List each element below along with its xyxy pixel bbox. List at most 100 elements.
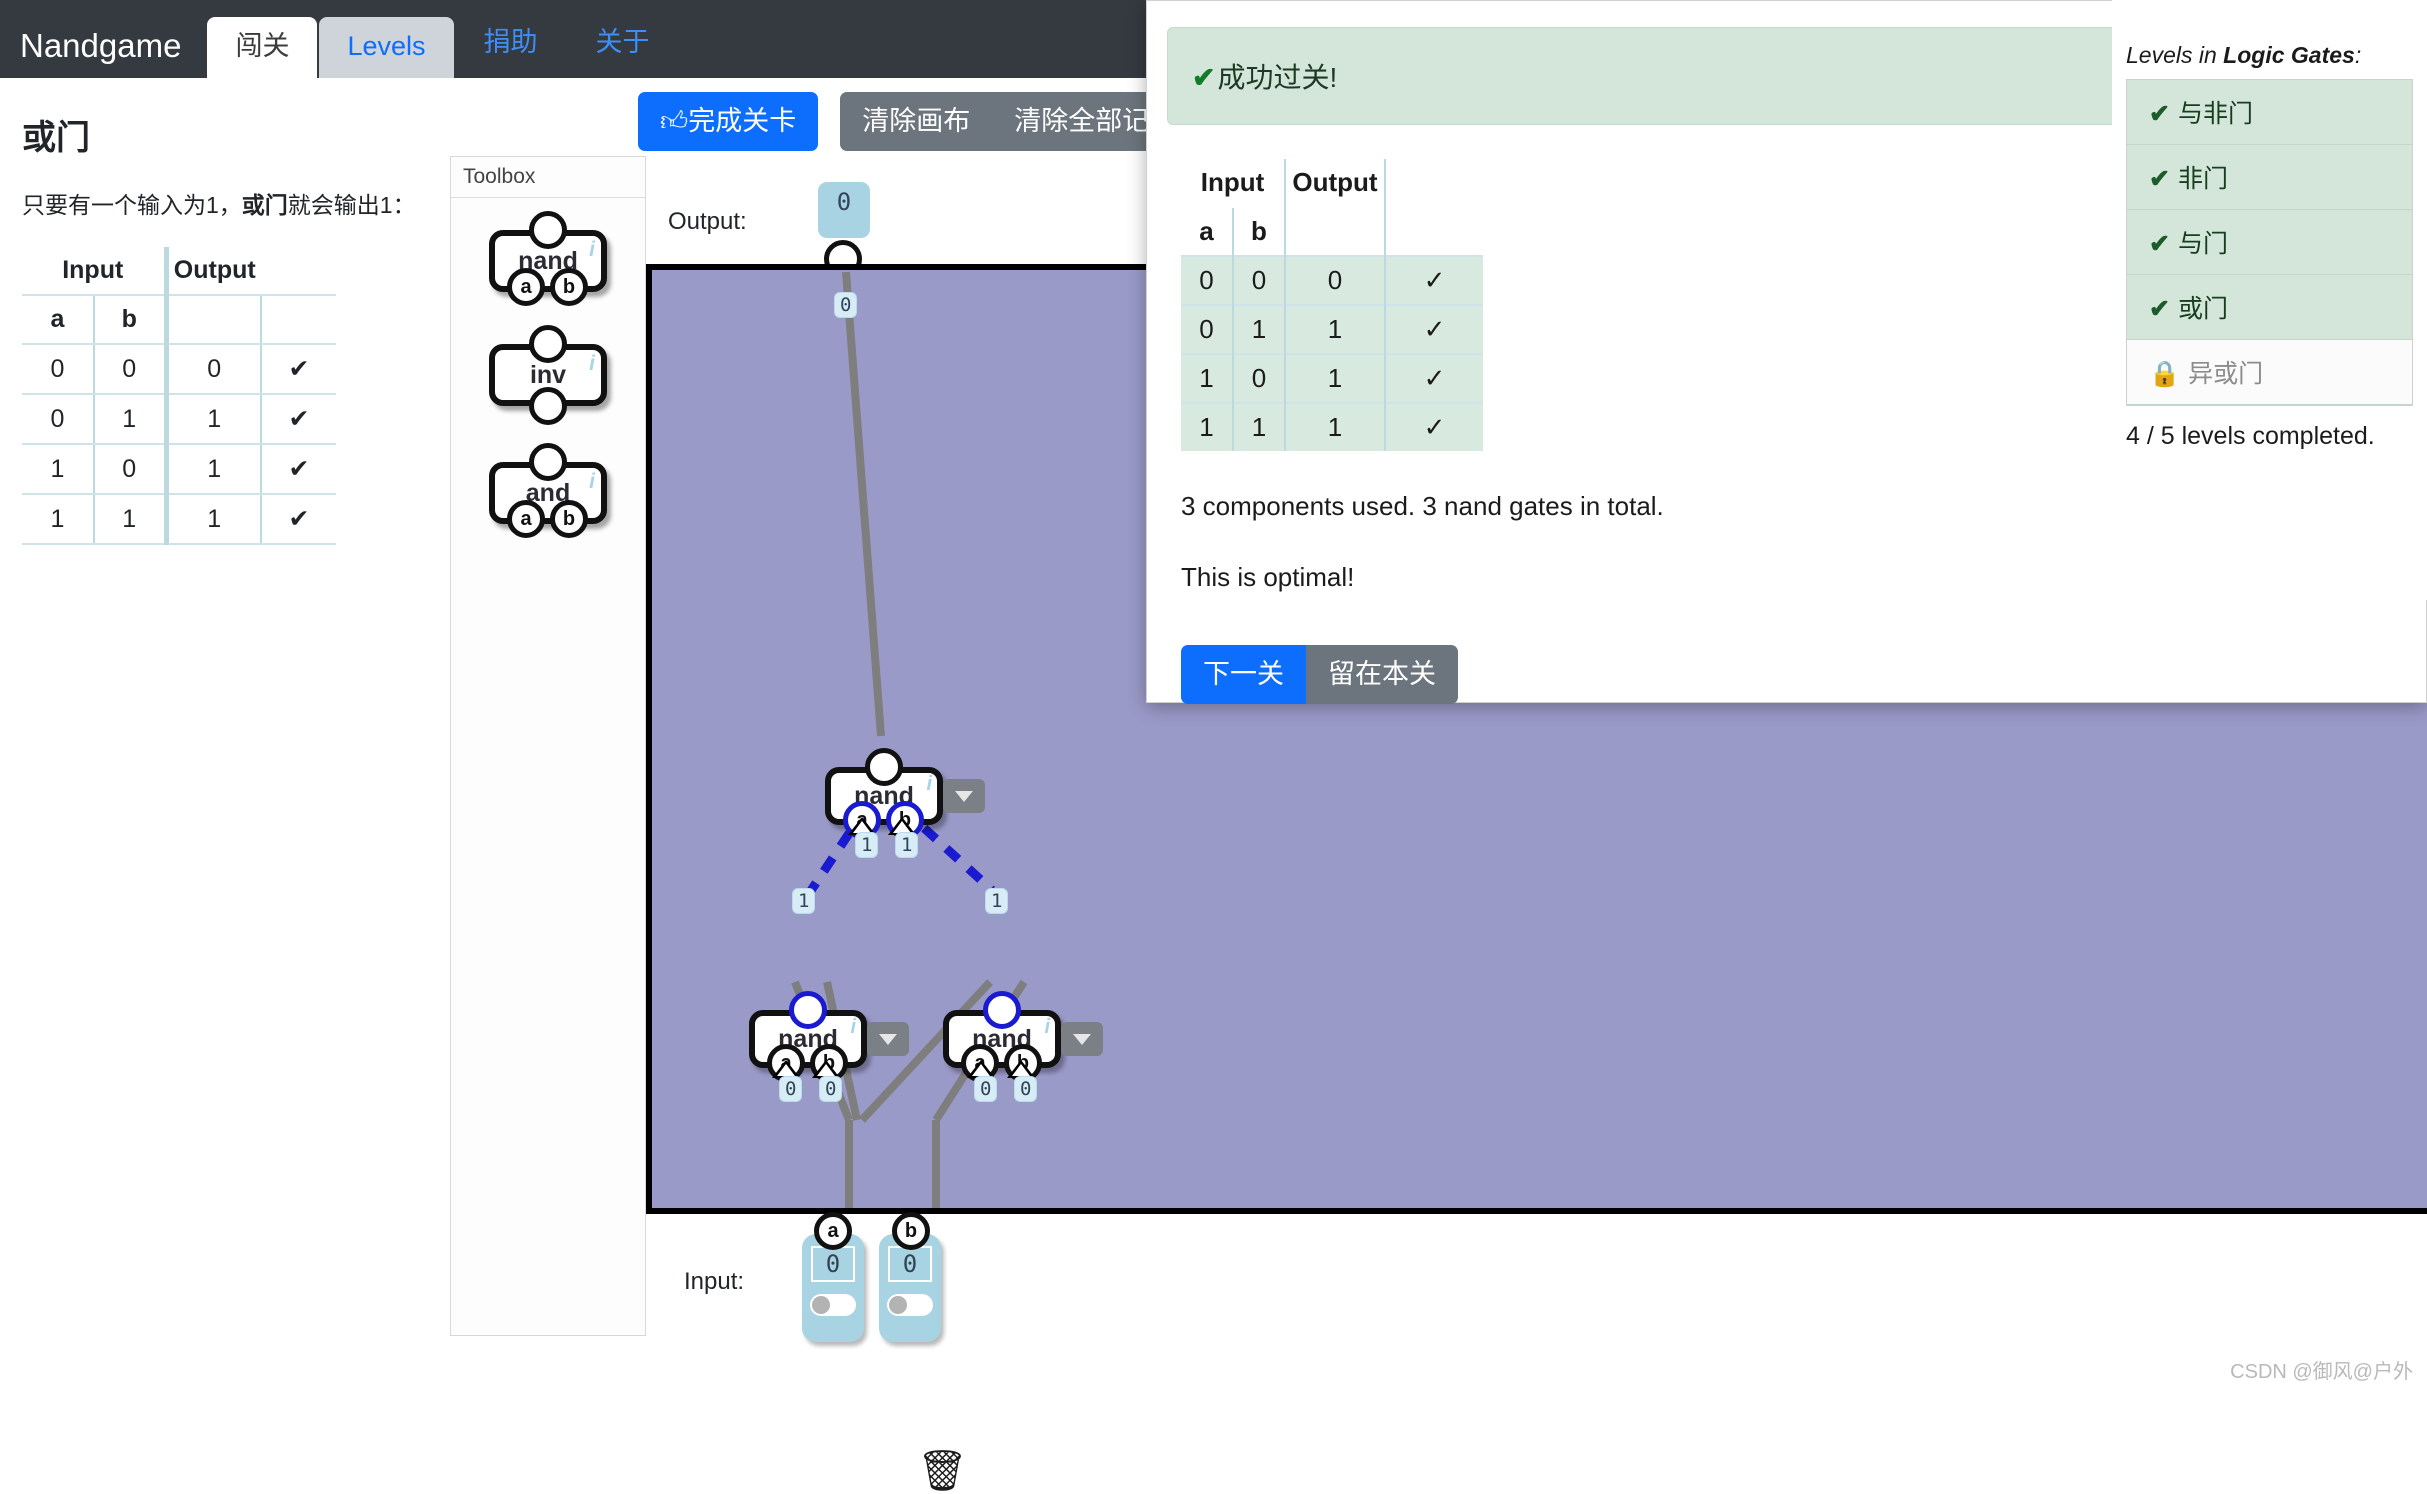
nav-tabs: 闯关 Levels 捐助 关于 [207, 0, 679, 78]
wire-value: 0 [819, 1076, 842, 1102]
sidebar-item-inverter[interactable]: ✔非门 [2127, 145, 2412, 210]
gate-output-pin[interactable] [529, 443, 567, 481]
info-icon[interactable]: i [589, 470, 595, 494]
gate-output-pin[interactable] [789, 991, 827, 1029]
cell-out: 1 [166, 394, 261, 444]
check-icon: ✔ [2149, 165, 2170, 193]
check-icon: ✔ [2149, 295, 2170, 323]
chevron-down-icon[interactable] [943, 779, 985, 813]
tab-about[interactable]: 关于 [568, 13, 678, 78]
sidebar-item-xor-gate[interactable]: 🔒 异或门 [2127, 340, 2412, 405]
levels-sidebar: Levels in Logic Gates: ✔与非门 ✔非门 ✔与门 ✔或门 … [2112, 0, 2427, 600]
cell-b: 1 [1233, 403, 1285, 451]
cell-check: ✓ [1385, 256, 1483, 305]
toolbox-gate-nand[interactable]: i nand a b [489, 230, 607, 292]
cell-b: 1 [94, 394, 166, 444]
cell-b: 0 [1233, 354, 1285, 403]
clear-canvas-button[interactable]: 清除画布 [840, 92, 992, 151]
sidebar-title-post: : [2355, 42, 2361, 68]
info-icon[interactable]: i [589, 238, 595, 262]
subheader-output-blank [166, 295, 261, 344]
complete-level-button[interactable]: 👍︎完成关卡 [638, 92, 818, 151]
header-check [261, 247, 336, 295]
sidebar-item-label: 异或门 [2188, 360, 2263, 388]
sidebar-item-label: 与门 [2178, 230, 2228, 258]
chevron-down-icon[interactable] [867, 1022, 909, 1056]
info-icon[interactable]: i [850, 1016, 856, 1039]
cell-b: 0 [94, 344, 166, 394]
toolbox-gate-inv[interactable]: i inv [489, 344, 607, 406]
subheader-a: a [22, 295, 94, 344]
desc-part-2: 就会输出1： [288, 192, 416, 218]
wire-value: 1 [855, 832, 878, 858]
input-switch-b[interactable]: 0 [879, 1234, 941, 1342]
check-icon: ✔ [2149, 230, 2170, 258]
gate-output-pin[interactable] [529, 325, 567, 363]
subheader-a: a [1181, 208, 1233, 256]
gate-output-pin[interactable] [529, 211, 567, 249]
cell-check: ✔ [261, 344, 336, 394]
cell-out: 1 [1285, 305, 1385, 354]
input-pin-b[interactable]: b [892, 1212, 930, 1250]
cell-b: 1 [1233, 305, 1285, 354]
table-row: 0 1 1 ✔ [22, 394, 336, 444]
level-truth-table: Input Output a b 0 0 0 ✔ 0 1 1 ✔ 1 0 1 ✔ [22, 247, 336, 545]
sidebar-item-nand-gate[interactable]: ✔与非门 [2127, 80, 2412, 145]
gate-input-pin[interactable] [529, 387, 567, 425]
level-description: 只要有一个输入为1，或门就会输出1： [22, 189, 426, 221]
trash-icon[interactable]: 🗑︎ [917, 1447, 968, 1494]
canvas-gate-nand-top[interactable]: i nand a b [825, 767, 943, 825]
tab-challenge[interactable]: 闯关 [207, 17, 317, 78]
result-truth-table: Input Output a b 0 0 0 ✓ 0 1 1 ✓ 1 0 1 ✓ [1181, 159, 1483, 451]
gate-input-pin-a[interactable]: a [507, 268, 545, 306]
input-label: Input: [684, 1268, 744, 1296]
cell-out: 1 [1285, 403, 1385, 451]
wire-value: 0 [834, 292, 857, 318]
header-check [1385, 159, 1483, 208]
next-level-button[interactable]: 下一关 [1181, 645, 1306, 704]
lock-icon: 🔒 [2149, 360, 2180, 388]
info-icon[interactable]: i [589, 352, 595, 376]
wire-value: 0 [974, 1076, 997, 1102]
gate-output-pin[interactable] [865, 748, 903, 786]
canvas-gate-nand-right[interactable]: i nand a b [943, 1010, 1061, 1068]
canvas-gate-nand-left[interactable]: i nand a b [749, 1010, 867, 1068]
input-pin-a[interactable]: a [814, 1212, 852, 1250]
sidebar-item-and-gate[interactable]: ✔ 与门 [2127, 210, 2412, 275]
cell-out: 1 [1285, 354, 1385, 403]
tab-levels[interactable]: Levels [319, 17, 453, 78]
subheader-b: b [1233, 208, 1285, 256]
input-toggle-b[interactable] [887, 1294, 933, 1316]
gate-input-pin-b[interactable]: b [550, 268, 588, 306]
input-switch-a[interactable]: 0 [802, 1234, 864, 1342]
desc-part-1: 只要有一个输入为1， [22, 192, 242, 218]
header-input: Input [22, 247, 166, 295]
thumbs-up-icon: 👍︎ [660, 106, 688, 136]
table-row: 1 0 1 ✓ [1181, 354, 1483, 403]
cell-a: 0 [22, 344, 94, 394]
gate-output-pin[interactable] [983, 991, 1021, 1029]
desc-bold: 或门 [242, 192, 288, 218]
info-icon[interactable]: i [1044, 1016, 1050, 1039]
wire-value: 1 [985, 888, 1008, 914]
cell-check: ✔ [261, 444, 336, 494]
gate-input-pin-a[interactable]: a [507, 500, 545, 538]
cell-b: 0 [1233, 256, 1285, 305]
gate-label: inv [530, 361, 566, 390]
toolbox-gate-and[interactable]: i and a b [489, 462, 607, 524]
input-value-b: 0 [888, 1246, 932, 1282]
cell-b: 1 [94, 494, 166, 544]
tab-donate[interactable]: 捐助 [456, 13, 566, 78]
subheader-check-blank [1385, 208, 1483, 256]
page-title: 或门 [22, 110, 426, 159]
sidebar-item-or-gate[interactable]: ✔或门 [2127, 275, 2412, 340]
stay-on-level-button[interactable]: 留在本关 [1306, 645, 1458, 704]
cell-a: 1 [22, 494, 94, 544]
gate-input-pin-b[interactable]: b [550, 500, 588, 538]
input-toggle-a[interactable] [810, 1294, 856, 1316]
chevron-down-icon[interactable] [1061, 1022, 1103, 1056]
dialog-button-group: 下一关 留在本关 [1181, 645, 1458, 704]
info-icon[interactable]: i [926, 773, 932, 796]
table-row: 1 1 1 ✓ [1181, 403, 1483, 451]
cell-check: ✔ [261, 394, 336, 444]
